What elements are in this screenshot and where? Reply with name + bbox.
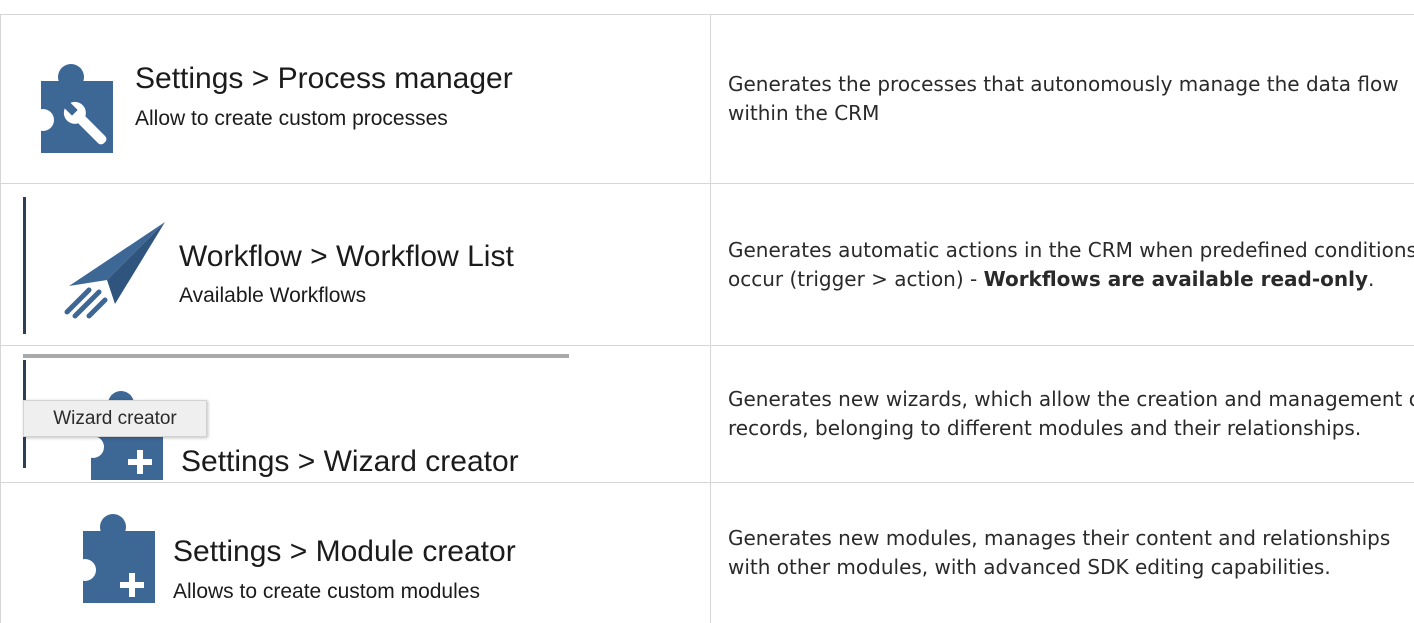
wizard-creator-screenshot: Wizard creator Settings > Wizard creator [1, 346, 710, 482]
description-bold: Workflows are available read-only [984, 267, 1368, 291]
description-text: Generates new modules, manages their con… [728, 526, 1390, 579]
screenshot-title: Settings > Process manager [135, 62, 513, 96]
description-cell: Generates new wizards, which allow the c… [711, 346, 1414, 483]
description-text: Generates the processes that autonomousl… [728, 72, 1399, 125]
process-manager-screenshot: Settings > Process manager Allow to crea… [1, 15, 710, 183]
screenshot-cell: Settings > Process manager Allow to crea… [1, 15, 711, 184]
description-cell: Generates the processes that autonomousl… [711, 15, 1414, 184]
screenshot-cell: Workflow > Workflow List Available Workf… [1, 184, 711, 346]
features-table: Settings > Process manager Allow to crea… [0, 14, 1414, 623]
screenshot-subtitle: Allow to create custom processes [135, 107, 448, 131]
tooltip: Wizard creator [23, 400, 207, 437]
screenshot-cell: Wizard creator Settings > Wizard creator [1, 346, 711, 483]
screenshot-subtitle: Available Workflows [179, 284, 366, 308]
table-row: Settings > Process manager Allow to crea… [1, 15, 1414, 184]
puzzle-plus-icon [79, 513, 159, 603]
paper-plane-icon [61, 220, 167, 320]
panel-top-edge [23, 354, 569, 358]
description-end: . [1368, 267, 1374, 291]
table-row: Workflow > Workflow List Available Workf… [1, 184, 1414, 346]
puzzle-wrench-icon [37, 63, 117, 153]
module-creator-screenshot: Settings > Module creator Allows to crea… [1, 483, 710, 623]
description-text: Generates new wizards, which allow the c… [728, 387, 1414, 440]
screenshot-title: Settings > Wizard creator [181, 445, 519, 479]
screenshot-title: Workflow > Workflow List [179, 240, 514, 274]
screenshot-title: Settings > Module creator [173, 535, 516, 569]
workflow-list-screenshot: Workflow > Workflow List Available Workf… [1, 184, 710, 345]
table-row: Wizard creator Settings > Wizard creator… [1, 346, 1414, 483]
panel-edge [23, 197, 26, 334]
table-row: Settings > Module creator Allows to crea… [1, 483, 1414, 623]
screenshot-subtitle: Allows to create custom modules [173, 580, 480, 604]
screenshot-cell: Settings > Module creator Allows to crea… [1, 483, 711, 623]
description-cell: Generates new modules, manages their con… [711, 483, 1414, 623]
description-cell: Generates automatic actions in the CRM w… [711, 184, 1414, 346]
